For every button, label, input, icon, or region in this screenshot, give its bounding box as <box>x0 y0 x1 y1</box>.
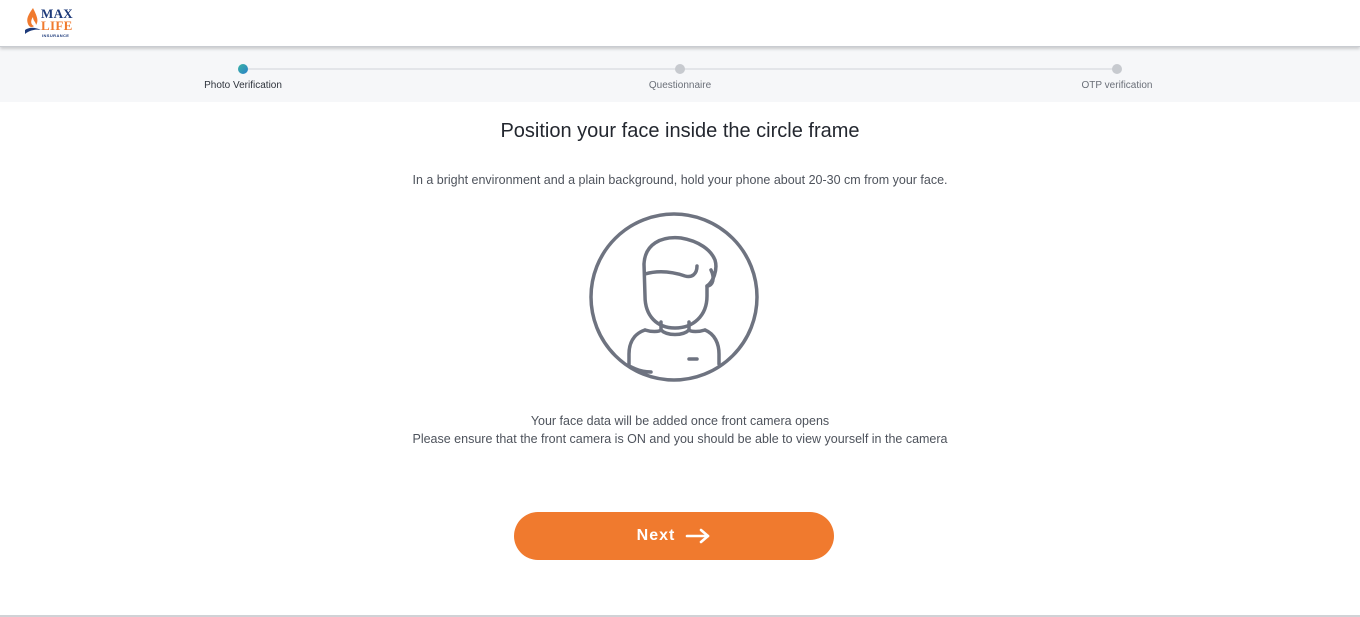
arrow-right-icon <box>686 528 710 544</box>
next-button[interactable]: Next <box>514 512 834 560</box>
step-label-photo-verification: Photo Verification <box>204 80 282 91</box>
step-label-otp-verification: OTP verification <box>1081 80 1153 91</box>
app-header: MAX LIFE INSURANCE <box>0 0 1360 47</box>
next-button-label: Next <box>636 527 676 544</box>
step-dot-otp-verification <box>1112 64 1122 74</box>
progress-stepper: Photo Verification Questionnaire OTP ver… <box>0 47 1360 102</box>
step-label-questionnaire: Questionnaire <box>648 80 712 91</box>
instruction-text: In a bright environment and a plain back… <box>412 173 948 187</box>
page-title: Position your face inside the circle fra… <box>500 120 860 142</box>
logo-text-insurance: INSURANCE <box>42 33 70 38</box>
flame-icon <box>25 8 41 34</box>
face-frame-icon <box>589 212 759 382</box>
max-life-logo[interactable]: MAX LIFE INSURANCE <box>24 5 80 41</box>
step-dot-questionnaire <box>675 64 685 74</box>
step-dot-photo-verification <box>238 64 248 74</box>
logo-text-life: LIFE <box>41 18 73 33</box>
camera-info-line-2: Please ensure that the front camera is O… <box>412 432 948 446</box>
camera-info-line-1: Your face data will be added once front … <box>530 414 830 428</box>
